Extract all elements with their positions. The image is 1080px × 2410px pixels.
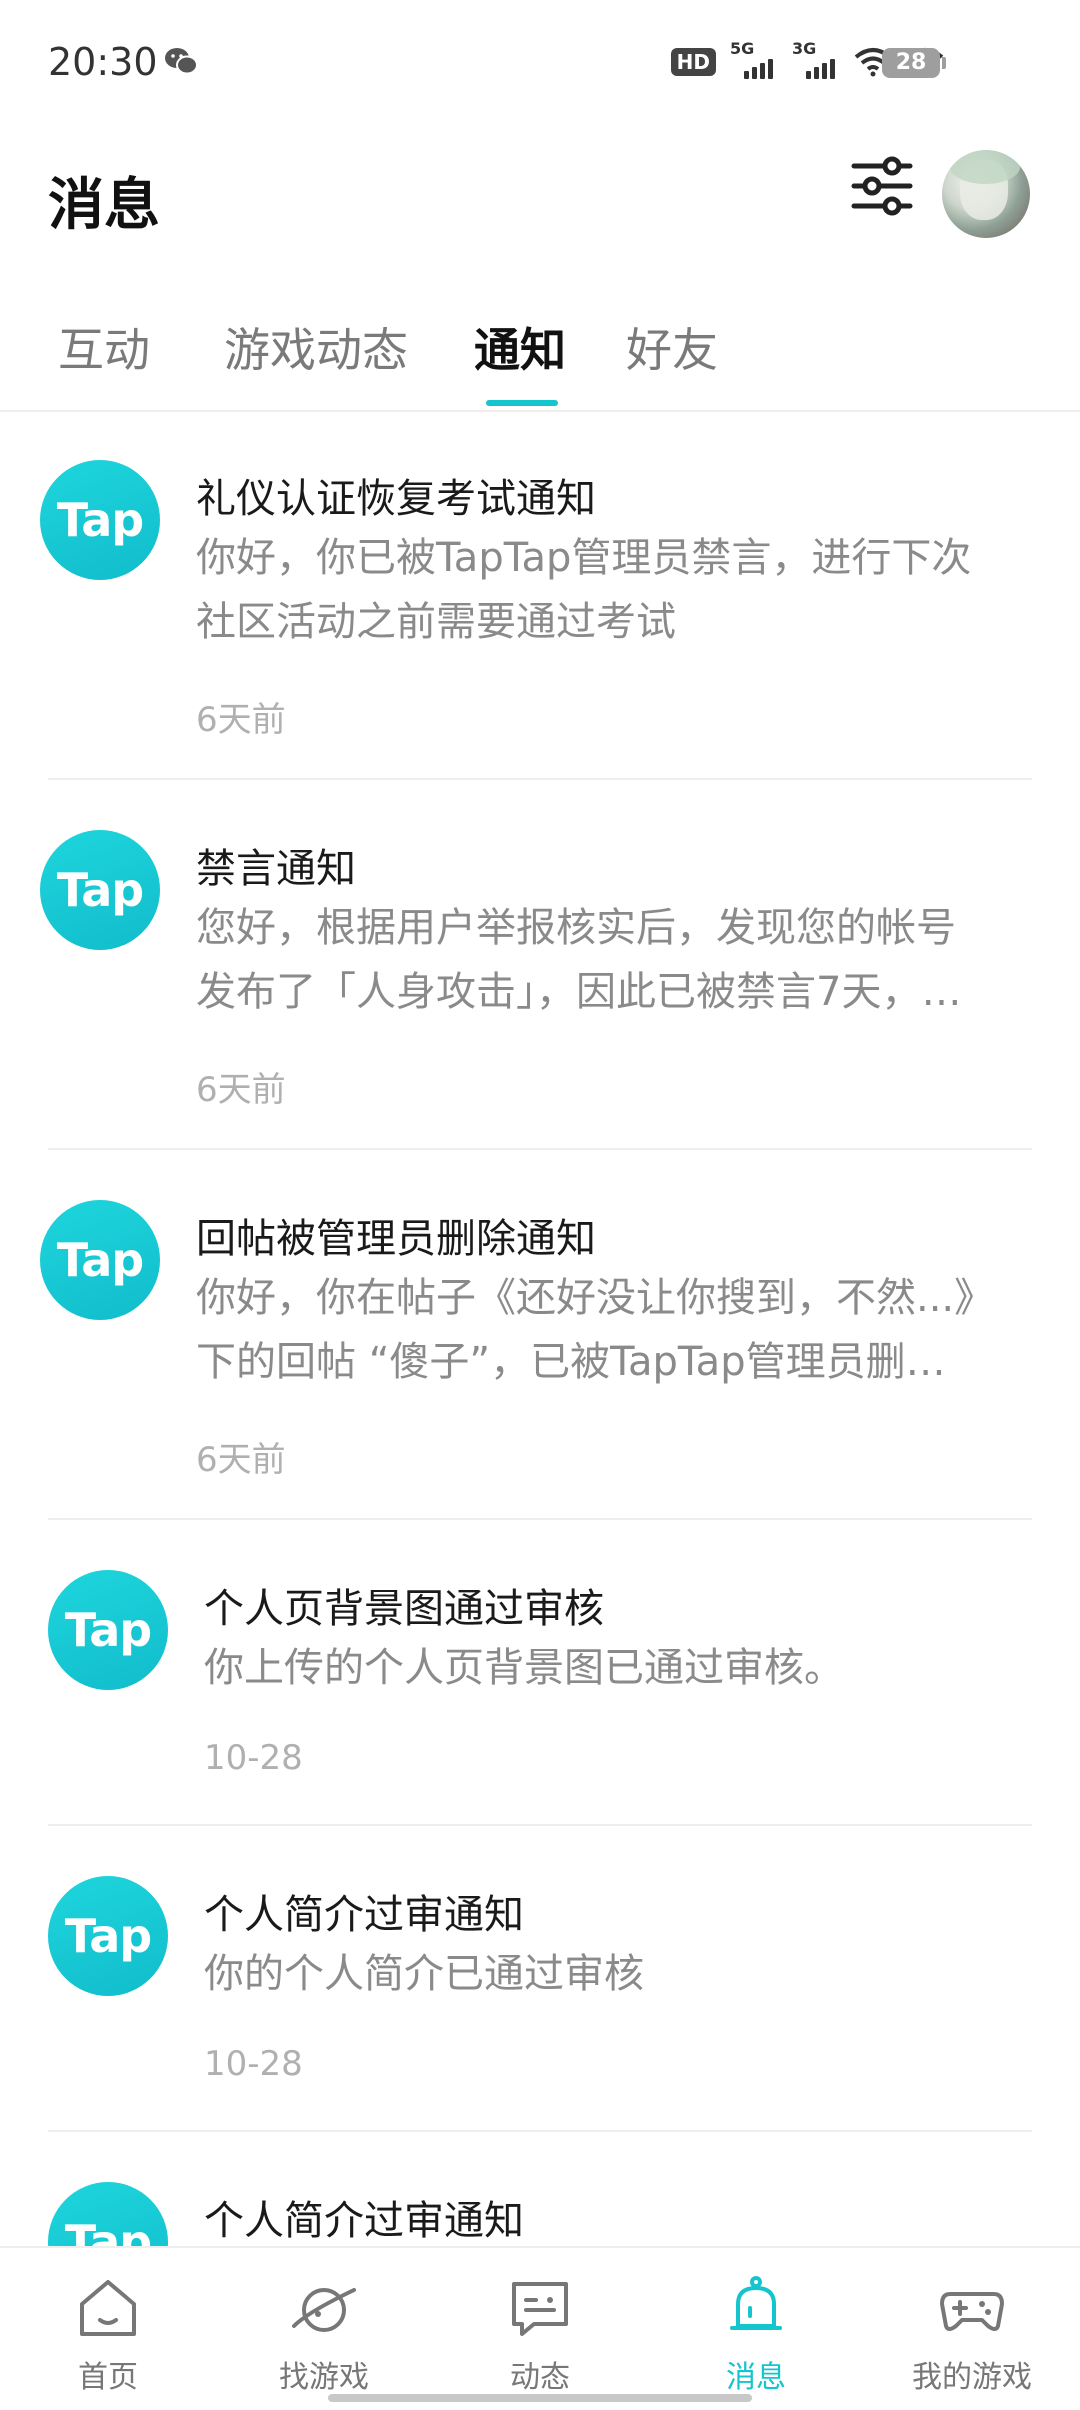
nav-label: 动态 (510, 2360, 570, 2395)
taptap-logo-icon: Tap (40, 460, 160, 580)
signal-3g-icon: 3G (792, 39, 840, 79)
signal-5g-icon: 5G (730, 39, 778, 79)
nav-find-games[interactable]: 找游戏 (216, 2248, 432, 2410)
nav-label: 首页 (78, 2360, 138, 2395)
notification-title: 礼仪认证恢复考试通知 (196, 476, 596, 522)
page-title: 消息 (48, 173, 160, 238)
notification-body: 你上传的个人页背景图已通过审核。 (204, 1645, 844, 1691)
list-item[interactable]: Tap 礼仪认证恢复考试通知 你好，你已被TapTap管理员禁言，进行下次 社区… (0, 410, 1080, 780)
chat-icon (512, 2282, 568, 2336)
hd-badge: HD (670, 48, 716, 76)
nav-home[interactable]: 首页 (0, 2248, 216, 2410)
active-tab-indicator (486, 400, 558, 406)
tab-game-updates[interactable]: 游戏动态 (224, 314, 408, 380)
nav-label: 我的游戏 (912, 2360, 1032, 2395)
list-item[interactable]: Tap 个人简介过审通知 你的个人简介已通过审核 10-28 (0, 1826, 1080, 2132)
avatar[interactable] (942, 150, 1030, 238)
bottom-nav: 首页 找游戏 动态 消息 我的游戏 (0, 2246, 1080, 2410)
tab-interaction[interactable]: 互动 (58, 314, 150, 380)
notification-time: 6天前 (196, 700, 286, 740)
nav-label: 消息 (726, 2360, 786, 2395)
home-indicator[interactable] (328, 2394, 752, 2402)
list-item[interactable]: Tap 个人简介过审通知 (0, 2132, 1080, 2246)
wechat-icon (165, 48, 198, 75)
notification-body: 你好，你已被TapTap管理员禁言，进行下次 社区活动之前需要通过考试 (196, 535, 972, 645)
home-icon (80, 2280, 136, 2336)
list-item[interactable]: Tap 禁言通知 您好，根据用户举报核实后，发现您的帐号 发布了「人身攻击」，因… (0, 780, 1080, 1150)
list-item[interactable]: Tap 个人页背景图通过审核 你上传的个人页背景图已通过审核。 10-28 (0, 1520, 1080, 1826)
taptap-logo-icon: Tap (48, 1876, 168, 1996)
notification-body: 你好，你在帖子《还好没让你搜到，不然...》 下的回帖 “傻子”，已被TapTa… (196, 1275, 995, 1385)
notification-title: 个人简介过审通知 (204, 1892, 524, 1938)
notification-body: 您好，根据用户举报核实后，发现您的帐号 发布了「人身攻击」，因此已被禁言7天，… (196, 905, 962, 1015)
notification-title: 个人简介过审通知 (204, 2198, 524, 2244)
taptap-logo-icon: Tap (40, 1200, 160, 1320)
gamepad-icon (940, 2292, 1004, 2331)
status-time: 20:30 (48, 40, 158, 84)
taptap-logo-icon: Tap (48, 2182, 168, 2246)
notification-title: 个人页背景图通过审核 (204, 1586, 604, 1632)
notification-list: Tap 礼仪认证恢复考试通知 你好，你已被TapTap管理员禁言，进行下次 社区… (0, 410, 1080, 2246)
notification-time: 6天前 (196, 1070, 286, 1110)
battery-icon: 28 (882, 48, 946, 78)
bell-icon (730, 2276, 782, 2330)
notification-title: 禁言通知 (196, 846, 356, 892)
tab-bar: 互动 游戏动态 通知 好友 (0, 300, 1080, 412)
filter-settings-icon[interactable] (848, 152, 916, 220)
notification-title: 回帖被管理员删除通知 (196, 1216, 596, 1262)
list-item[interactable]: Tap 回帖被管理员删除通知 你好，你在帖子《还好没让你搜到，不然...》 下的… (0, 1150, 1080, 1520)
nav-my-games[interactable]: 我的游戏 (864, 2248, 1080, 2410)
taptap-logo-icon: Tap (48, 1570, 168, 1690)
taptap-logo-icon: Tap (40, 830, 160, 950)
notification-time: 10-28 (204, 1738, 303, 1778)
notification-time: 10-28 (204, 2044, 303, 2084)
planet-icon (292, 2288, 356, 2332)
notification-body: 你的个人简介已通过审核 (204, 1951, 644, 1997)
nav-messages[interactable]: 消息 (648, 2248, 864, 2410)
tab-friends[interactable]: 好友 (626, 314, 718, 380)
nav-label: 找游戏 (279, 2360, 369, 2395)
tab-notifications[interactable]: 通知 (474, 314, 566, 380)
status-bar: 20:30 HD 5G 3G 28 (0, 0, 1080, 130)
notification-time: 6天前 (196, 1440, 286, 1480)
nav-feed[interactable]: 动态 (432, 2248, 648, 2410)
